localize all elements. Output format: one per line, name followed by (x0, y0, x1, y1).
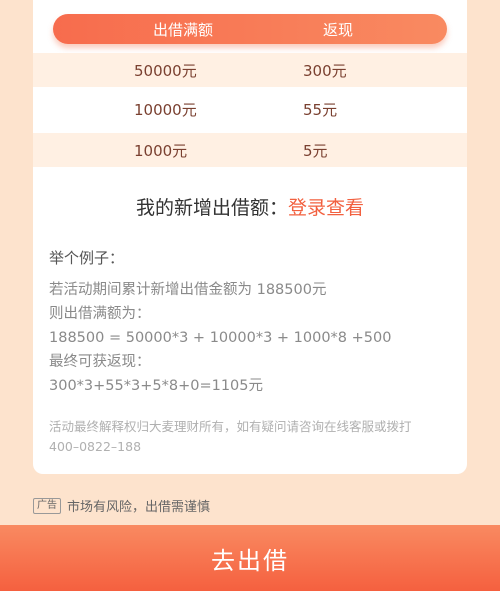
row-amount: 1000元 (134, 141, 188, 160)
row-amount: 50000元 (134, 61, 197, 80)
row-cashback: 55元 (303, 100, 338, 119)
header-amount: 出借满额 (153, 20, 214, 39)
example-title: 举个例子： (49, 249, 125, 267)
risk-notice: 市场有风险，出借需谨慎 (67, 500, 211, 515)
example-line: 188500 = 50000*3 + 10000*3 + 1000*8 +500 (49, 330, 392, 346)
table-row: 50000元 300元 (33, 53, 467, 87)
login-view-link[interactable]: 登录查看 (288, 197, 364, 219)
table-header: 出借满额 返现 (53, 14, 447, 44)
my-amount-label: 我的新增出借额： (135, 197, 288, 219)
disclaimer-phone: 400–0822–188 (49, 439, 142, 454)
example-line: 则出借满额为： (49, 306, 151, 322)
header-cashback: 返现 (323, 20, 354, 39)
disclaimer: 活动最终解释权归大麦理财所有，如有疑问请咨询在线客服或拨打 400–0822–1… (49, 417, 449, 457)
ad-notice: 广告 市场有风险，出借需谨慎 (33, 496, 210, 515)
row-cashback: 300元 (303, 61, 347, 80)
row-cashback: 5元 (303, 141, 328, 160)
go-lend-button[interactable]: 去出借 (0, 525, 500, 591)
example-line: 最终可获返现： (49, 354, 151, 370)
example-text: 若活动期间累计新增出借金额为 188500元 则出借满额为： 188500 = … (49, 278, 391, 398)
row-amount: 10000元 (134, 100, 197, 119)
table-row: 1000元 5元 (33, 133, 467, 167)
example-line: 300*3+55*3+5*8+0=1105元 (49, 378, 264, 394)
my-new-amount: 我的新增出借额：登录查看 (0, 193, 500, 220)
table-row: 10000元 55元 (33, 92, 467, 126)
ad-badge: 广告 (33, 497, 61, 514)
example-line: 若活动期间累计新增出借金额为 188500元 (49, 282, 327, 298)
disclaimer-line: 活动最终解释权归大麦理财所有，如有疑问请咨询在线客服或拨打 (49, 419, 412, 434)
